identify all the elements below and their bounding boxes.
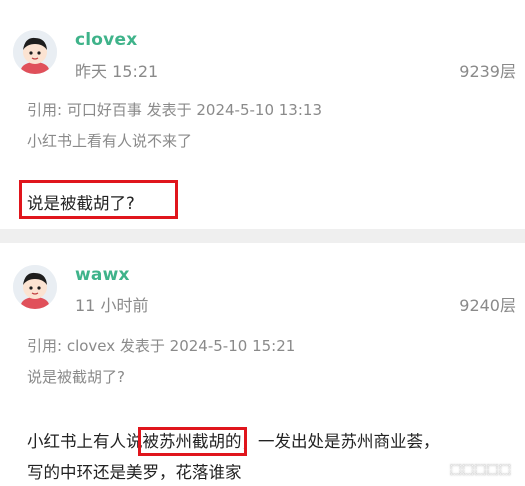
post-card: clovex 昨天 15:21 9239层 引用: 可口好百事 发表于 2024… [0, 0, 525, 229]
post-body-line-2: 写的中环还是美罗，花落谁家 [27, 463, 242, 482]
quote-text: 说是被截胡了? [27, 368, 125, 386]
avatar[interactable] [13, 265, 57, 309]
post-card: wawx 11 小时前 9240层 引用: clovex 发表于 2024-5-… [0, 243, 525, 486]
quote-header: 引用: 可口好百事 发表于 2024-5-10 13:13 [27, 101, 322, 119]
post-time: 昨天 15:21 [75, 62, 159, 81]
username[interactable]: clovex [75, 30, 137, 50]
floor-number: 9240层 [459, 296, 516, 315]
body-text: ，一发出处是苏州商业荟， [241, 432, 440, 451]
post-body-line-1: 小红书上有人说被苏州截胡的，一发出处是苏州商业荟， [27, 427, 440, 456]
avatar[interactable] [13, 30, 57, 74]
quote-text: 小红书上看有人说不来了 [27, 132, 193, 150]
floor-number: 9239层 [459, 62, 516, 81]
cartoon-avatar-icon [13, 30, 57, 74]
body-text: 小红书上有人说 [27, 432, 143, 451]
quote-header: 引用: clovex 发表于 2024-5-10 15:21 [27, 337, 296, 355]
watermark: ⬚⬚⬚⬚⬚ [449, 461, 511, 477]
highlighted-text: 被苏州截胡的 [137, 427, 247, 456]
cartoon-avatar-icon [13, 265, 57, 309]
post-body: 说是被截胡了? [27, 194, 135, 213]
username[interactable]: wawx [75, 265, 130, 285]
post-time: 11 小时前 [75, 296, 149, 315]
